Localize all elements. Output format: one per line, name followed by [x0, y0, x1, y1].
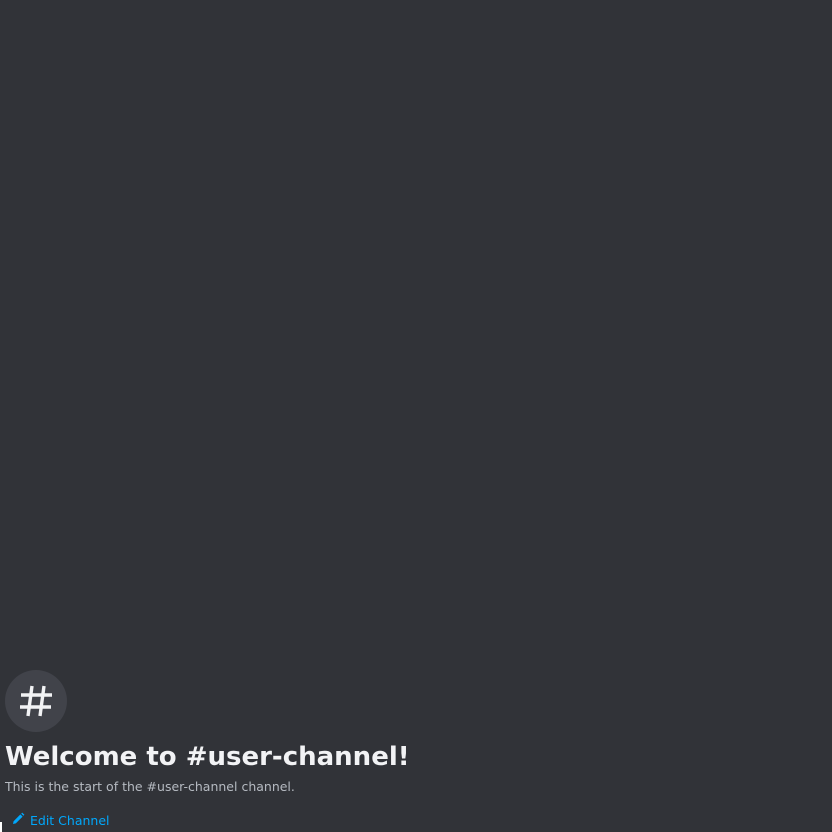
pencil-icon — [11, 811, 25, 830]
edit-channel-link[interactable]: Edit Channel — [11, 811, 110, 830]
chat-view: Welcome to #user-channel! This is the st… — [0, 0, 832, 832]
edit-channel-label: Edit Channel — [30, 812, 110, 828]
channel-welcome-section: Welcome to #user-channel! This is the st… — [5, 670, 605, 795]
hash-icon — [16, 681, 56, 721]
welcome-title: Welcome to #user-channel! — [5, 742, 410, 772]
text-cursor — [0, 822, 2, 832]
channel-icon-badge — [5, 670, 67, 732]
welcome-subtitle: This is the start of the #user-channel c… — [5, 779, 295, 794]
